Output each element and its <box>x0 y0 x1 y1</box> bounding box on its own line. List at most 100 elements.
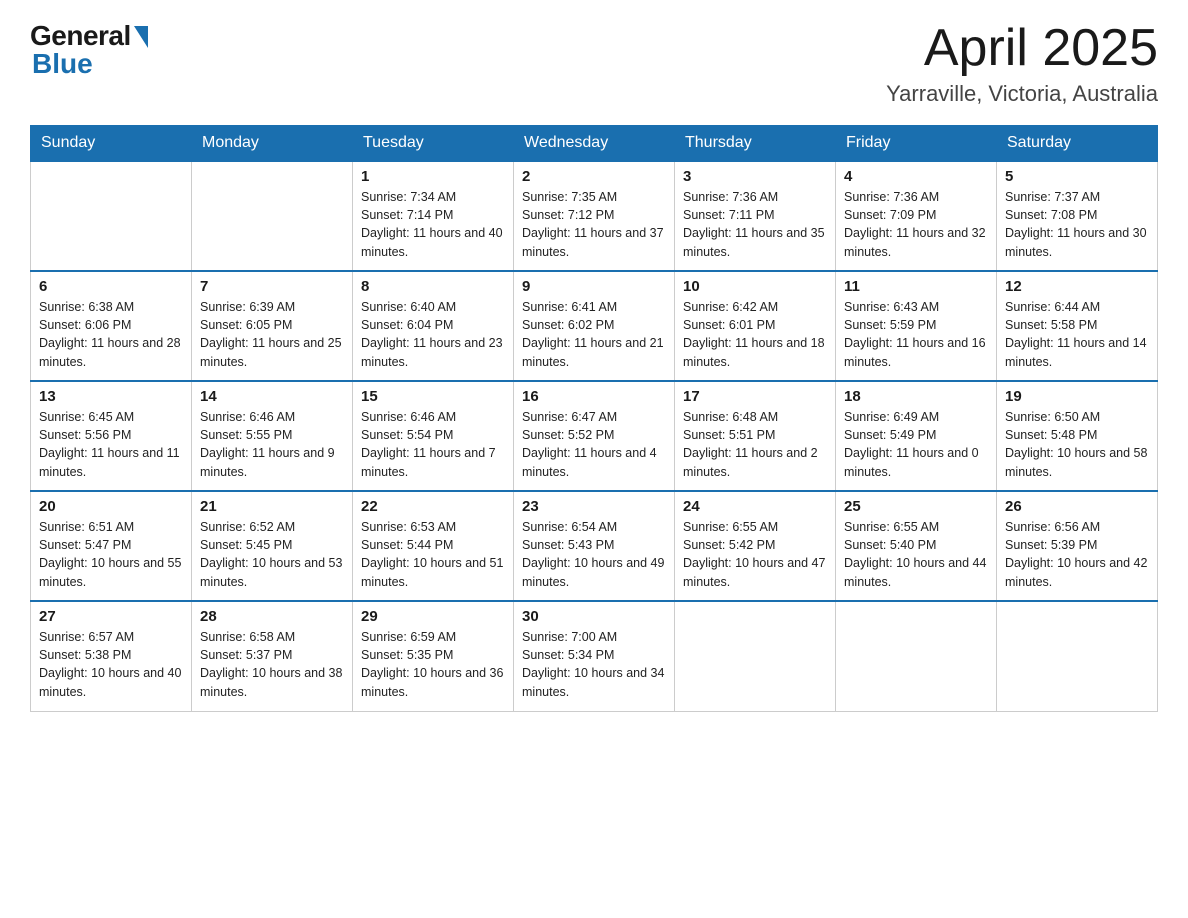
logo-triangle-icon <box>134 26 148 48</box>
day-info: Sunrise: 7:36 AM Sunset: 7:11 PM Dayligh… <box>683 188 827 261</box>
calendar-cell: 6 Sunrise: 6:38 AM Sunset: 6:06 PM Daylig… <box>31 271 192 381</box>
day-info: Sunrise: 6:45 AM Sunset: 5:56 PM Dayligh… <box>39 408 183 481</box>
day-number: 6 <box>39 278 183 295</box>
day-number: 16 <box>522 388 666 405</box>
day-info: Sunrise: 6:46 AM Sunset: 5:54 PM Dayligh… <box>361 408 505 481</box>
day-number: 3 <box>683 168 827 185</box>
weekday-header-sunday: Sunday <box>31 126 192 162</box>
page-header: General Blue April 2025 Yarraville, Vict… <box>30 20 1158 107</box>
calendar-cell <box>192 161 353 271</box>
day-number: 29 <box>361 608 505 625</box>
calendar-cell <box>31 161 192 271</box>
calendar-cell: 27 Sunrise: 6:57 AM Sunset: 5:38 PM Dayli… <box>31 601 192 711</box>
day-info: Sunrise: 7:36 AM Sunset: 7:09 PM Dayligh… <box>844 188 988 261</box>
day-number: 10 <box>683 278 827 295</box>
day-number: 11 <box>844 278 988 295</box>
day-info: Sunrise: 6:50 AM Sunset: 5:48 PM Dayligh… <box>1005 408 1149 481</box>
day-number: 2 <box>522 168 666 185</box>
day-info: Sunrise: 7:35 AM Sunset: 7:12 PM Dayligh… <box>522 188 666 261</box>
day-number: 15 <box>361 388 505 405</box>
calendar-cell: 15 Sunrise: 6:46 AM Sunset: 5:54 PM Dayli… <box>353 381 514 491</box>
week-row-2: 6 Sunrise: 6:38 AM Sunset: 6:06 PM Daylig… <box>31 271 1158 381</box>
week-row-5: 27 Sunrise: 6:57 AM Sunset: 5:38 PM Dayli… <box>31 601 1158 711</box>
calendar-cell: 16 Sunrise: 6:47 AM Sunset: 5:52 PM Dayli… <box>514 381 675 491</box>
day-info: Sunrise: 6:44 AM Sunset: 5:58 PM Dayligh… <box>1005 298 1149 371</box>
calendar-cell: 3 Sunrise: 7:36 AM Sunset: 7:11 PM Daylig… <box>675 161 836 271</box>
calendar-cell: 17Sunrise: 6:48 AM Sunset: 5:51 PM Dayli… <box>675 381 836 491</box>
logo: General Blue <box>30 20 148 80</box>
day-info: Sunrise: 6:49 AM Sunset: 5:49 PM Dayligh… <box>844 408 988 481</box>
calendar-cell <box>675 601 836 711</box>
day-info: Sunrise: 6:43 AM Sunset: 5:59 PM Dayligh… <box>844 298 988 371</box>
day-info: Sunrise: 6:53 AM Sunset: 5:44 PM Dayligh… <box>361 518 505 591</box>
day-number: 24 <box>683 498 827 515</box>
calendar-cell: 18 Sunrise: 6:49 AM Sunset: 5:49 PM Dayli… <box>836 381 997 491</box>
day-number: 4 <box>844 168 988 185</box>
day-info: Sunrise: 6:54 AM Sunset: 5:43 PM Dayligh… <box>522 518 666 591</box>
day-number: 30 <box>522 608 666 625</box>
day-info: Sunrise: 6:55 AM Sunset: 5:40 PM Dayligh… <box>844 518 988 591</box>
day-number: 14 <box>200 388 344 405</box>
calendar-cell: 10 Sunrise: 6:42 AM Sunset: 6:01 PM Dayli… <box>675 271 836 381</box>
day-number: 12 <box>1005 278 1149 295</box>
day-number: 17 <box>683 388 827 405</box>
day-info: Sunrise: 6:39 AM Sunset: 6:05 PM Dayligh… <box>200 298 344 371</box>
calendar-cell: 7 Sunrise: 6:39 AM Sunset: 6:05 PM Daylig… <box>192 271 353 381</box>
day-number: 27 <box>39 608 183 625</box>
calendar-cell: 22 Sunrise: 6:53 AM Sunset: 5:44 PM Dayli… <box>353 491 514 601</box>
weekday-header-wednesday: Wednesday <box>514 126 675 162</box>
day-info: Sunrise: 6:51 AM Sunset: 5:47 PM Dayligh… <box>39 518 183 591</box>
day-number: 21 <box>200 498 344 515</box>
calendar-cell: 29Sunrise: 6:59 AM Sunset: 5:35 PM Dayli… <box>353 601 514 711</box>
day-info: Sunrise: 6:38 AM Sunset: 6:06 PM Dayligh… <box>39 298 183 371</box>
day-number: 26 <box>1005 498 1149 515</box>
day-number: 13 <box>39 388 183 405</box>
day-number: 19 <box>1005 388 1149 405</box>
day-info: Sunrise: 7:34 AM Sunset: 7:14 PM Dayligh… <box>361 188 505 261</box>
day-info: Sunrise: 6:40 AM Sunset: 6:04 PM Dayligh… <box>361 298 505 371</box>
calendar-cell: 1 Sunrise: 7:34 AM Sunset: 7:14 PM Daylig… <box>353 161 514 271</box>
calendar-cell: 11 Sunrise: 6:43 AM Sunset: 5:59 PM Dayli… <box>836 271 997 381</box>
weekday-header-saturday: Saturday <box>997 126 1158 162</box>
day-number: 7 <box>200 278 344 295</box>
month-title: April 2025 <box>886 20 1158 77</box>
weekday-header-thursday: Thursday <box>675 126 836 162</box>
calendar-cell: 8 Sunrise: 6:40 AM Sunset: 6:04 PM Daylig… <box>353 271 514 381</box>
day-number: 22 <box>361 498 505 515</box>
day-info: Sunrise: 7:37 AM Sunset: 7:08 PM Dayligh… <box>1005 188 1149 261</box>
calendar-cell: 25Sunrise: 6:55 AM Sunset: 5:40 PM Dayli… <box>836 491 997 601</box>
calendar-cell: 26 Sunrise: 6:56 AM Sunset: 5:39 PM Dayli… <box>997 491 1158 601</box>
day-number: 28 <box>200 608 344 625</box>
calendar-cell: 4 Sunrise: 7:36 AM Sunset: 7:09 PM Daylig… <box>836 161 997 271</box>
calendar-cell: 14 Sunrise: 6:46 AM Sunset: 5:55 PM Dayli… <box>192 381 353 491</box>
day-number: 23 <box>522 498 666 515</box>
calendar-cell: 9Sunrise: 6:41 AM Sunset: 6:02 PM Daylig… <box>514 271 675 381</box>
weekday-header-row: SundayMondayTuesdayWednesdayThursdayFrid… <box>31 126 1158 162</box>
weekday-header-monday: Monday <box>192 126 353 162</box>
title-block: April 2025 Yarraville, Victoria, Austral… <box>886 20 1158 107</box>
day-info: Sunrise: 6:58 AM Sunset: 5:37 PM Dayligh… <box>200 628 344 701</box>
calendar-cell: 30Sunrise: 7:00 AM Sunset: 5:34 PM Dayli… <box>514 601 675 711</box>
week-row-3: 13 Sunrise: 6:45 AM Sunset: 5:56 PM Dayli… <box>31 381 1158 491</box>
day-number: 5 <box>1005 168 1149 185</box>
calendar-cell: 13 Sunrise: 6:45 AM Sunset: 5:56 PM Dayli… <box>31 381 192 491</box>
weekday-header-tuesday: Tuesday <box>353 126 514 162</box>
day-number: 8 <box>361 278 505 295</box>
day-number: 18 <box>844 388 988 405</box>
day-info: Sunrise: 6:55 AM Sunset: 5:42 PM Dayligh… <box>683 518 827 591</box>
day-info: Sunrise: 6:46 AM Sunset: 5:55 PM Dayligh… <box>200 408 344 481</box>
day-info: Sunrise: 6:42 AM Sunset: 6:01 PM Dayligh… <box>683 298 827 371</box>
week-row-1: 1 Sunrise: 7:34 AM Sunset: 7:14 PM Daylig… <box>31 161 1158 271</box>
location-title: Yarraville, Victoria, Australia <box>886 81 1158 107</box>
logo-text-blue: Blue <box>30 48 93 80</box>
day-info: Sunrise: 6:57 AM Sunset: 5:38 PM Dayligh… <box>39 628 183 701</box>
calendar-table: SundayMondayTuesdayWednesdayThursdayFrid… <box>30 125 1158 712</box>
calendar-cell <box>997 601 1158 711</box>
day-info: Sunrise: 6:47 AM Sunset: 5:52 PM Dayligh… <box>522 408 666 481</box>
day-number: 1 <box>361 168 505 185</box>
day-number: 20 <box>39 498 183 515</box>
calendar-cell: 12 Sunrise: 6:44 AM Sunset: 5:58 PM Dayli… <box>997 271 1158 381</box>
day-info: Sunrise: 6:56 AM Sunset: 5:39 PM Dayligh… <box>1005 518 1149 591</box>
day-number: 9 <box>522 278 666 295</box>
calendar-cell: 24 Sunrise: 6:55 AM Sunset: 5:42 PM Dayli… <box>675 491 836 601</box>
